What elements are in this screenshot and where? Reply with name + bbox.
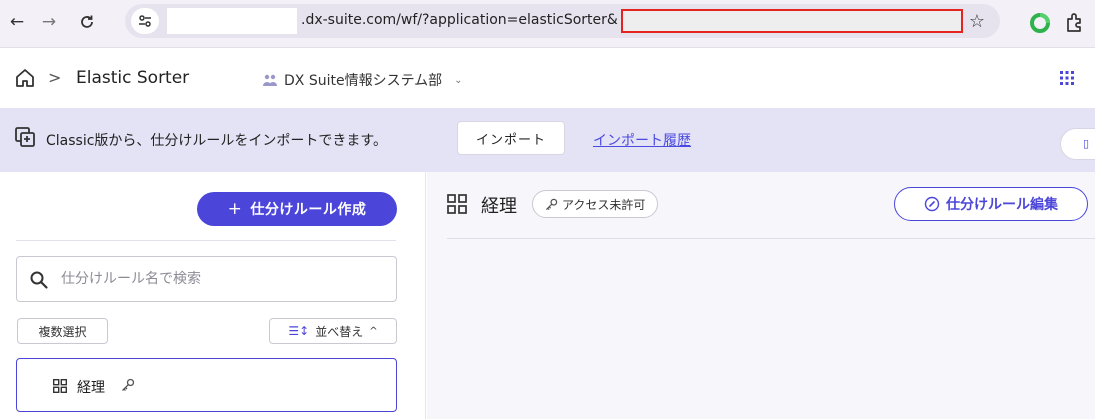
site-info-tune-icon[interactable] [131, 8, 159, 34]
divider [447, 238, 1095, 239]
url-redacted-subdomain [167, 8, 297, 34]
divider [16, 240, 396, 241]
chevron-up-icon: ^ [369, 325, 378, 337]
rule-detail-pane: 経理 アクセス未許可 仕分けルール編集 [427, 172, 1095, 419]
org-name: DX Suite情報システム部 [284, 73, 443, 89]
banner-message: Classic版から、仕分けルールをインポートできます。 [46, 133, 388, 149]
breadcrumb-separator: > [48, 68, 62, 87]
chevron-down-icon: ⌄ [454, 74, 463, 86]
rule-list-pane: + 仕分けルール作成 複数選択 ☰↕ 並べ替え ^ 経理 [0, 172, 426, 419]
bookmark-star-icon[interactable]: ☆ [965, 9, 989, 33]
sort-label: 並べ替え [315, 324, 364, 339]
access-status-badge: アクセス未許可 [532, 190, 659, 218]
edit-rule-button[interactable]: 仕分けルール編集 [894, 187, 1088, 221]
banner-action-pill[interactable]: ▯ [1060, 128, 1095, 160]
rule-title: 経理 [481, 196, 517, 217]
url-redacted-query [621, 9, 963, 33]
green-extension-icon[interactable] [1030, 13, 1050, 33]
import-button[interactable]: インポート [457, 121, 565, 155]
sort-button[interactable]: ☰↕ 並べ替え ^ [269, 318, 397, 344]
rule-list-item[interactable]: 経理 [16, 358, 397, 412]
address-bar[interactable]: .dx-suite.com/wf/?application=elasticSor… [125, 4, 1000, 38]
key-icon [545, 198, 558, 210]
create-rule-button[interactable]: + 仕分けルール作成 [197, 192, 397, 226]
copy-import-icon [15, 127, 35, 147]
document-icon: ▯ [1083, 137, 1090, 150]
people-icon [263, 74, 277, 86]
rule-name: 経理 [77, 380, 105, 396]
search-input[interactable] [61, 267, 381, 291]
import-banner: Classic版から、仕分けルールをインポートできます。 インポート インポート… [0, 108, 1095, 172]
edit-rule-label: 仕分けルール編集 [946, 197, 1058, 213]
rule-grid-icon [53, 379, 67, 393]
forward-arrow-icon[interactable]: → [36, 9, 62, 35]
search-icon [30, 271, 48, 289]
home-icon[interactable] [14, 67, 36, 89]
app-title: Elastic Sorter [76, 68, 190, 88]
plus-icon: + [227, 199, 243, 219]
apps-grid-icon[interactable] [1060, 71, 1074, 85]
search-box[interactable] [16, 256, 397, 302]
app-header: > Elastic Sorter DX Suite情報システム部 ⌄ [0, 48, 1095, 108]
edit-pencil-icon [924, 196, 940, 212]
multi-select-button[interactable]: 複数選択 [17, 318, 108, 344]
reload-icon[interactable] [74, 9, 100, 35]
org-switcher[interactable]: DX Suite情報システム部 ⌄ [262, 70, 463, 90]
access-status-label: アクセス未許可 [562, 197, 646, 212]
create-rule-label: 仕分けルール作成 [250, 202, 367, 218]
back-arrow-icon[interactable]: ← [4, 9, 30, 35]
browser-toolbar: ← → .dx-suite.com/wf/?application=elasti… [0, 0, 1095, 48]
key-icon [122, 378, 135, 391]
extensions-puzzle-icon[interactable] [1064, 11, 1086, 33]
import-history-link[interactable]: インポート履歴 [593, 130, 691, 150]
sort-icon: ☰↕ [288, 324, 310, 338]
rule-grid-icon [447, 194, 467, 214]
url-text: .dx-suite.com/wf/?application=elasticSor… [301, 12, 618, 28]
